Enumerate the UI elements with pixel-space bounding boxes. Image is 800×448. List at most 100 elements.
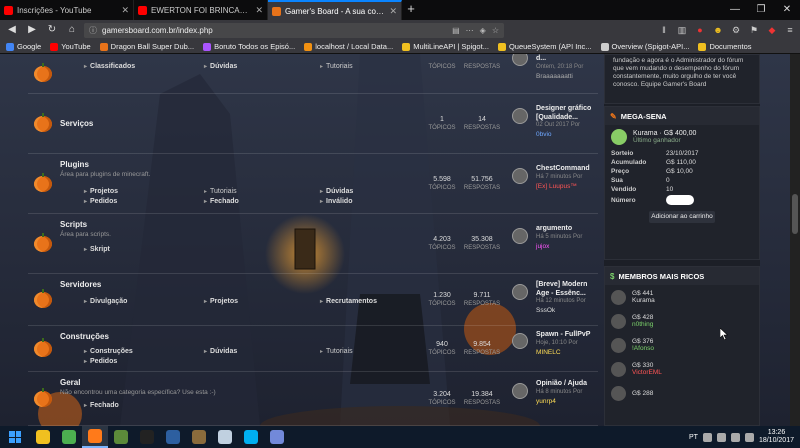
tab-gamers-board[interactable]: Gamer's Board - A sua comunid ✕ — [268, 0, 402, 20]
rich-member-row[interactable]: G$ 330 VictorEML — [605, 357, 759, 381]
network-icon[interactable] — [730, 432, 740, 442]
taskbar-app-skype[interactable] — [238, 426, 264, 448]
last-post-title[interactable]: [Breve] Modern Age - Essênc... — [536, 280, 596, 298]
bookmark-item[interactable]: localhost / Local Data... — [304, 42, 393, 51]
subforum-link[interactable]: Projetos — [84, 188, 118, 195]
taskbar-app-discord[interactable] — [264, 426, 290, 448]
avatar[interactable] — [512, 108, 528, 124]
pocket-icon[interactable]: ◈ — [480, 26, 486, 35]
last-post-user[interactable]: [Ex] Luupus™ — [536, 183, 596, 190]
minimize-icon[interactable]: — — [722, 0, 748, 20]
last-post-title[interactable]: Spawn - FullPvP — [536, 330, 596, 339]
info-icon[interactable]: ⓘ — [89, 25, 97, 36]
subforum-link[interactable]: Construções — [84, 348, 133, 355]
subforum-link[interactable]: Classificados — [84, 63, 135, 70]
bookmark-item[interactable]: MultiLineAPI | Spigot... — [402, 42, 489, 51]
forum-title[interactable]: Scripts — [60, 220, 87, 229]
back-icon[interactable]: ◀ — [4, 22, 20, 38]
extension-gear-icon[interactable]: ⚙ — [730, 24, 742, 36]
forum-title[interactable]: Servidores — [60, 280, 101, 289]
bookmark-item[interactable]: Boruto Todos os Episó... — [203, 42, 295, 51]
reader-view-icon[interactable]: ▤ — [452, 26, 460, 35]
subforum-link[interactable]: Tutoriais — [204, 188, 237, 195]
bookmark-item[interactable]: YouTube — [50, 42, 91, 51]
last-post-title[interactable]: ChestCommand — [536, 164, 596, 173]
avatar[interactable] — [611, 337, 626, 353]
ticket-number-input[interactable] — [666, 195, 694, 205]
language-indicator[interactable]: PT — [689, 434, 698, 441]
rich-member-name[interactable]: VictorEML — [632, 369, 662, 376]
last-post-user[interactable]: MINELC — [536, 349, 596, 356]
rich-member-row[interactable]: G$ 428 n0thing — [605, 309, 759, 333]
close-tab-icon[interactable]: ✕ — [121, 5, 129, 16]
taskbar-app-minecraft[interactable] — [108, 426, 134, 448]
rich-member-row[interactable]: G$ 288 — [605, 381, 759, 405]
rich-member-row[interactable]: G$ 376 !Afonso — [605, 333, 759, 357]
forward-icon[interactable]: ▶ — [24, 22, 40, 38]
forum-title[interactable]: Serviços — [60, 119, 93, 128]
close-window-icon[interactable]: ✕ — [774, 0, 800, 20]
last-post-title[interactable]: Opinião / Ajuda — [536, 379, 596, 388]
close-tab-icon[interactable]: ✕ — [389, 6, 397, 17]
tray-icon[interactable] — [716, 432, 726, 442]
address-bar[interactable]: ⓘ gamersboard.com.br/index.php ▤ ⋯ ◈ ☆ — [84, 22, 504, 38]
taskbar-app-file-explorer[interactable] — [30, 426, 56, 448]
extension-emoji-icon[interactable]: ☻ — [712, 24, 724, 36]
rich-member-name[interactable]: Kurama — [632, 297, 655, 304]
tab-youtube-subscriptions[interactable]: Inscrições - YouTube ✕ — [0, 0, 134, 20]
last-post-user[interactable]: yunrp4 — [536, 398, 596, 405]
rich-member-row[interactable]: G$ 441 Kurama — [605, 285, 759, 309]
extension-flag-icon[interactable]: ⚑ — [748, 24, 760, 36]
taskbar-app-code-editor[interactable] — [160, 426, 186, 448]
bookmark-item[interactable]: QueueSystem (API Inc... — [497, 42, 592, 51]
close-tab-icon[interactable]: ✕ — [255, 5, 263, 16]
forum-title[interactable]: Geral — [60, 378, 80, 387]
last-post-user[interactable]: SssOk — [536, 307, 596, 314]
subforum-link[interactable]: Dúvidas — [320, 188, 353, 195]
taskbar-app-game[interactable] — [186, 426, 212, 448]
last-post-title[interactable]: Designer gráfico [Qualidade... — [536, 104, 596, 122]
avatar[interactable] — [611, 289, 626, 305]
bookmark-item[interactable]: Dragon Ball Super Dub... — [99, 42, 194, 51]
scrollbar-thumb[interactable] — [792, 194, 798, 234]
taskbar-app-firefox[interactable] — [82, 426, 108, 448]
subforum-link[interactable]: Inválido — [320, 198, 352, 205]
volume-icon[interactable] — [744, 432, 754, 442]
reload-icon[interactable]: ↻ — [44, 22, 60, 38]
home-icon[interactable]: ⌂ — [64, 22, 80, 38]
extension-red-icon[interactable]: ● — [694, 24, 706, 36]
tab-youtube-video[interactable]: EWERTON FOI BRINCAR NO ✕ — [134, 0, 268, 20]
avatar[interactable] — [611, 361, 626, 377]
last-post-user[interactable]: Braaaaaaatti — [536, 73, 596, 80]
new-tab-button[interactable]: + — [402, 0, 420, 20]
subforum-link[interactable]: Fechado — [204, 198, 239, 205]
subforum-link[interactable]: Pedidos — [84, 358, 117, 365]
last-post-user[interactable]: 0bvio — [536, 131, 596, 138]
extension-shield-icon[interactable]: ◆ — [766, 24, 778, 36]
avatar[interactable] — [512, 54, 528, 66]
bookmark-star-icon[interactable]: ☆ — [492, 26, 499, 35]
rich-member-name[interactable]: n0thing — [632, 321, 653, 328]
subforum-link[interactable]: Dúvidas — [204, 63, 237, 70]
avatar[interactable] — [611, 129, 627, 145]
scrollbar[interactable] — [790, 54, 800, 426]
avatar[interactable] — [611, 385, 626, 401]
taskbar-app-chrome[interactable] — [56, 426, 82, 448]
avatar[interactable] — [512, 228, 528, 244]
sidebar-icon[interactable]: ▥ — [676, 24, 688, 36]
subforum-link[interactable]: Skript — [84, 246, 110, 253]
bookmark-item[interactable]: Documentos — [698, 42, 752, 51]
subforum-link[interactable]: Tutoriais — [320, 348, 353, 355]
menu-icon[interactable]: ≡ — [784, 24, 796, 36]
bookmark-item[interactable]: Google — [6, 42, 41, 51]
subforum-link[interactable]: Recrutamentos — [320, 298, 377, 305]
avatar[interactable] — [512, 383, 528, 399]
subforum-link[interactable]: Pedidos — [84, 198, 117, 205]
add-to-cart-button[interactable]: Adicionar ao carrinho — [649, 211, 715, 223]
last-post-title[interactable]: d... — [536, 54, 596, 63]
avatar[interactable] — [611, 313, 626, 329]
tray-icon[interactable] — [702, 432, 712, 442]
taskbar-app-paint[interactable] — [212, 426, 238, 448]
subforum-link[interactable]: Divulgação — [84, 298, 127, 305]
page-actions-icon[interactable]: ⋯ — [466, 26, 474, 35]
